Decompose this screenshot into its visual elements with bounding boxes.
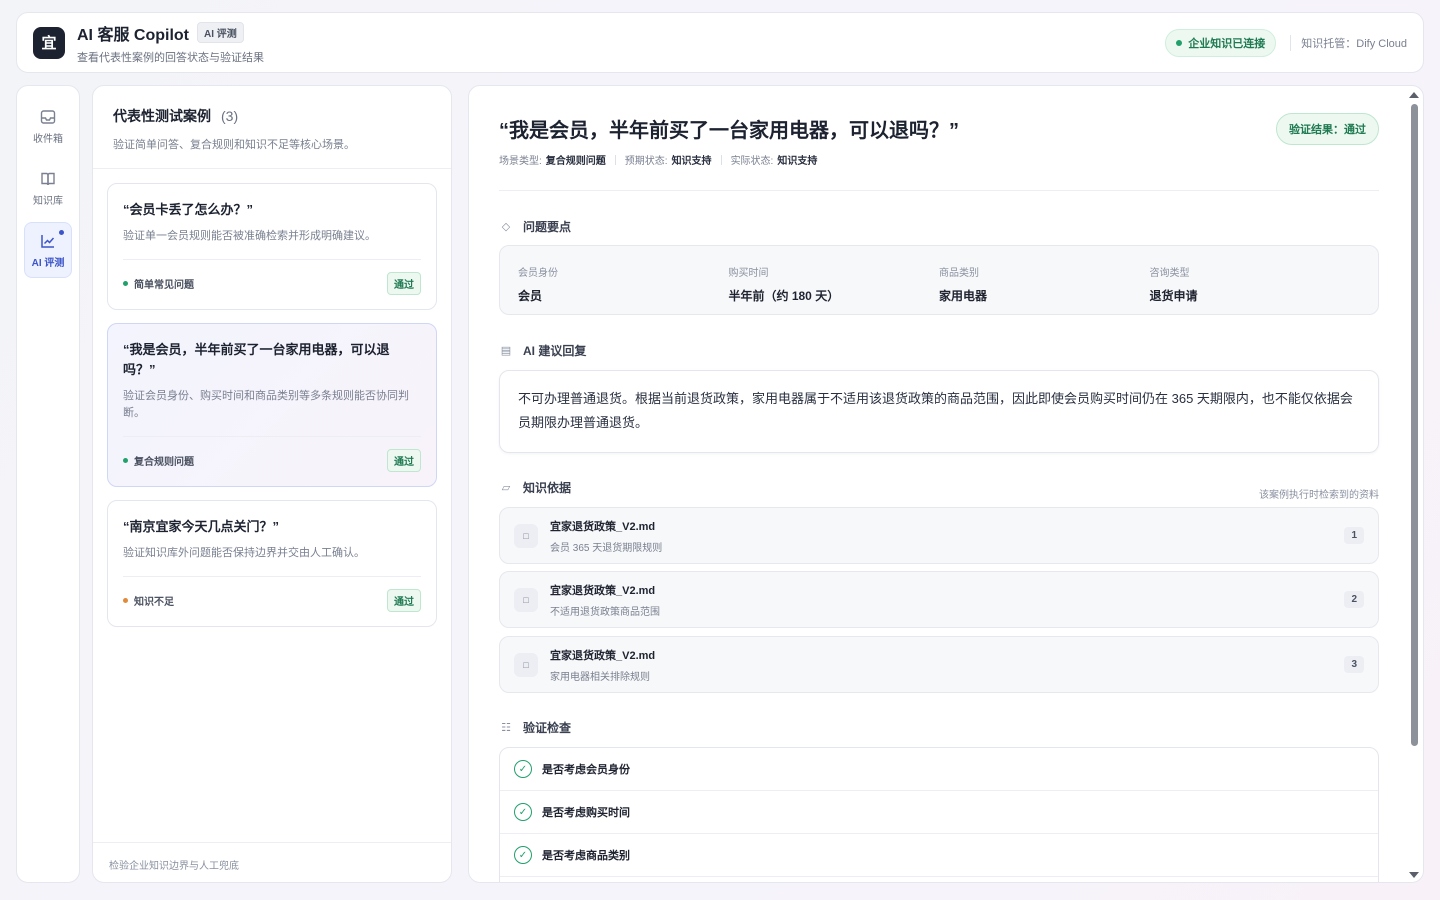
verification-checks: ✓ 是否考虑会员身份 ✓ 是否考虑购买时间 ✓ 是否考虑商品类别: [499, 747, 1379, 882]
file-icon: □: [514, 523, 538, 548]
diamond-icon: ◇: [501, 221, 511, 233]
section-points: ◇ 问题要点: [499, 218, 571, 235]
actual-status: 知识支持: [777, 156, 818, 167]
case-list-panel: 代表性测试案例 (3) 验证简单问答、复合规则和知识不足等核心场景。 “会员卡丢了…: [92, 85, 452, 883]
section-checks: ☷ 验证检查: [499, 719, 571, 736]
source-item-1[interactable]: □ 宜家退货政策_V2.md 会员 365 天退货期限规则 1: [499, 507, 1379, 564]
case-question: “我是会员，半年前买了一台家用电器，可以退吗？”: [123, 342, 390, 377]
source-index: 2: [1344, 591, 1364, 608]
source-sub: 会员 365 天退货期限规则: [550, 542, 663, 554]
source-sub: 不适用退货政策商品范围: [550, 606, 660, 618]
case-list-title: 代表性测试案例: [113, 108, 211, 124]
case-question: “南京宜家今天几点关门？”: [123, 519, 280, 534]
ai-eval-tag: AI 评测: [197, 22, 244, 43]
knowledge-connected-badge: 企业知识已连接: [1165, 28, 1277, 57]
detail-scrollbar[interactable]: [1407, 86, 1421, 882]
case-count: (3): [221, 108, 239, 124]
source-sub: 家用电器相关排除规则: [550, 671, 650, 683]
source-name: 宜家退货政策_V2.md: [550, 584, 656, 597]
fact-key: 会员身份: [518, 268, 558, 279]
scroll-thumb[interactable]: [1411, 104, 1418, 746]
file-icon: □: [514, 587, 538, 612]
connection-status: 企业知识已连接: [1188, 37, 1266, 50]
inbox-icon: [40, 109, 56, 124]
nav-item-knowledge[interactable]: 知识库: [24, 160, 72, 216]
scroll-up-icon[interactable]: [1409, 92, 1419, 98]
check-circle-icon: ✓: [514, 760, 532, 778]
app-header: 宜 AI 客服 Copilot AI 评测 查看代表性案例的回答状态与验证结果 …: [16, 12, 1424, 73]
book-icon: [41, 172, 55, 185]
case-type: 复合规则问题: [123, 453, 194, 468]
expected-status: 知识支持: [671, 156, 712, 167]
source-index: 1: [1344, 527, 1364, 544]
fact-value: 半年前（约 180 天）: [728, 289, 840, 303]
brand-block: AI 客服 Copilot AI 评测 查看代表性案例的回答状态与验证结果: [77, 21, 264, 65]
fact-value: 家用电器: [939, 289, 988, 303]
check-item: ✓ 是否考虑购买时间: [500, 791, 1378, 834]
case-desc: 验证会员身份、购买时间和商品类别等多条规则能否协同判断。: [123, 390, 409, 419]
nav-label-knowledge: 知识库: [33, 195, 63, 207]
app-logo: 宜: [33, 26, 65, 59]
sources-hint: 该案例执行时检索到的资料: [1259, 490, 1379, 501]
check-item: ✓ 是否考虑商品类别: [500, 834, 1378, 877]
fact-value: 退货申请: [1149, 289, 1198, 303]
fact-value: 会员: [518, 289, 543, 303]
source-name: 宜家退货政策_V2.md: [550, 649, 656, 662]
pass-badge: 通过: [387, 272, 421, 295]
message-icon: ▤: [500, 345, 512, 357]
case-card-3[interactable]: “南京宜家今天几点关门？” 验证知识库外问题能否保持边界并交由人工确认。 知识不…: [107, 500, 437, 627]
type-dot-icon: [123, 281, 128, 286]
scene-type: 复合规则问题: [545, 156, 606, 167]
verdict-badge: 验证结果：通过: [1276, 113, 1379, 145]
document-icon: ▱: [501, 482, 511, 494]
case-card-1[interactable]: “会员卡丢了怎么办？” 验证单一会员规则能否被准确检索并形成明确建议。 简单常见…: [107, 183, 437, 310]
case-desc: 验证单一会员规则能否被准确检索并形成明确建议。: [123, 230, 376, 242]
pass-badge: 通过: [387, 449, 421, 472]
case-desc: 验证知识库外问题能否保持边界并交由人工确认。: [123, 547, 365, 559]
case-detail-panel: “我是会员，半年前买了一台家用电器，可以退吗？” 验证结果：通过 场景类型: 复合…: [468, 85, 1424, 883]
source-item-2[interactable]: □ 宜家退货政策_V2.md 不适用退货政策商品范围 2: [499, 571, 1379, 628]
pass-badge: 通过: [387, 589, 421, 612]
app-title: AI 客服 Copilot: [77, 26, 189, 44]
nav-item-ai-eval[interactable]: AI 评测: [24, 222, 72, 278]
nav-label-inbox: 收件箱: [33, 133, 63, 145]
detail-title: “我是会员，半年前买了一台家用电器，可以退吗？”: [499, 120, 959, 142]
question-facts: 会员身份会员 购买时间半年前（约 180 天） 商品类别家用电器 咨询类型退货申…: [499, 245, 1379, 315]
list-icon: ☷: [501, 722, 511, 734]
case-type: 简单常见问题: [123, 276, 194, 291]
nav-item-inbox[interactable]: 收件箱: [24, 98, 72, 154]
nav-label-ai-eval: AI 评测: [31, 257, 65, 269]
check-circle-icon: ✓: [514, 846, 532, 864]
check-circle-icon: ✓: [514, 803, 532, 821]
type-dot-icon: [123, 458, 128, 463]
fact-key: 商品类别: [939, 268, 979, 279]
case-type: 知识不足: [123, 593, 174, 608]
file-icon: □: [514, 652, 538, 677]
chart-line-icon: [41, 234, 55, 248]
type-dot-icon: [123, 598, 128, 603]
fact-key: 购买时间: [728, 268, 769, 279]
case-list-desc: 验证简单问答、复合规则和知识不足等核心场景。: [113, 139, 355, 151]
knowledge-host: 知识托管：Dify Cloud: [1290, 34, 1407, 51]
ai-reply: 不可办理普通退货。根据当前退货政策，家用电器属于不适用该退货政策的商品范围，因此…: [499, 370, 1379, 453]
source-item-3[interactable]: □ 宜家退货政策_V2.md 家用电器相关排除规则 3: [499, 636, 1379, 693]
section-reply: ▤ AI 建议回复: [500, 344, 587, 358]
fact-key: 咨询类型: [1149, 268, 1190, 279]
status-dot-icon: [1176, 39, 1183, 46]
app-subtitle: 查看代表性案例的回答状态与验证结果: [77, 51, 264, 64]
source-name: 宜家退货政策_V2.md: [550, 520, 656, 533]
section-sources: ▱ 知识依据: [499, 479, 571, 496]
check-item: ✓ 是否考虑会员身份: [500, 748, 1378, 791]
scroll-down-icon[interactable]: [1409, 872, 1419, 878]
divider: [499, 190, 1379, 191]
nav-rail: 收件箱 知识库 AI 评测: [16, 85, 80, 883]
case-list-footer: 检验企业知识边界与人工兜底: [93, 842, 451, 882]
detail-meta: 场景类型: 复合规则问题 预期状态: 知识支持 实际状态: 知识支持: [499, 152, 817, 167]
case-card-2[interactable]: “我是会员，半年前买了一台家用电器，可以退吗？” 验证会员身份、购买时间和商品类…: [107, 323, 437, 487]
source-index: 3: [1344, 656, 1364, 673]
active-dot-icon: [59, 230, 64, 235]
case-question: “会员卡丢了怎么办？”: [123, 202, 254, 217]
